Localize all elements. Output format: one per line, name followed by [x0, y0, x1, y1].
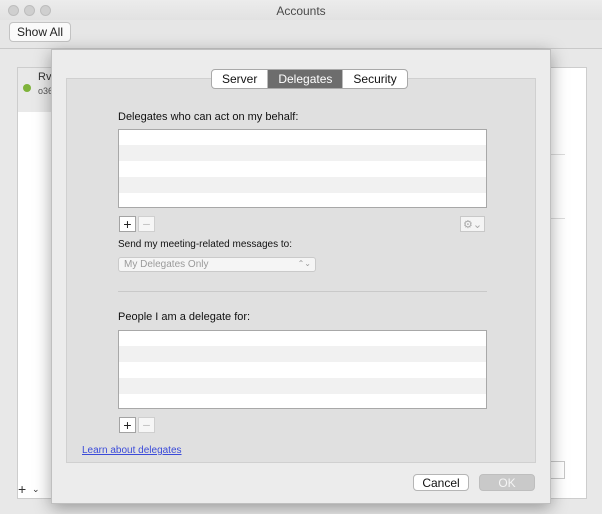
delegates-sheet: Server Delegates Security Delegates who …: [51, 49, 551, 504]
show-all-button[interactable]: Show All: [9, 22, 71, 42]
table-row: [119, 346, 486, 362]
add-delegate-for-button[interactable]: +: [119, 417, 136, 433]
title-bar: Accounts: [0, 0, 602, 20]
ok-button[interactable]: OK: [479, 474, 535, 491]
account-status-icon: [23, 84, 31, 92]
tab-server[interactable]: Server: [212, 70, 269, 88]
learn-about-delegates-link[interactable]: Learn about delegates: [82, 445, 182, 456]
delegate-for-table[interactable]: [118, 330, 487, 409]
delegates-heading: Delegates who can act on my behalf:: [118, 111, 299, 123]
background-text-field[interactable]: [550, 461, 565, 479]
toolbar: Show All: [0, 20, 602, 49]
tab-security[interactable]: Security: [343, 70, 406, 88]
remove-delegate-for-button[interactable]: −: [138, 417, 155, 433]
add-delegate-button[interactable]: +: [119, 216, 136, 232]
tab-bar: Server Delegates Security: [211, 69, 408, 89]
send-messages-select[interactable]: My Delegates Only ⌃⌄: [118, 257, 316, 272]
table-row: [119, 177, 486, 193]
cancel-button[interactable]: Cancel: [413, 474, 469, 491]
section-separator: [118, 291, 487, 292]
table-row: [119, 378, 486, 394]
delegate-for-heading: People I am a delegate for:: [118, 311, 251, 323]
select-arrows-icon: ⌃⌄: [297, 259, 311, 268]
tab-delegates[interactable]: Delegates: [268, 70, 344, 88]
table-row: [119, 145, 486, 161]
window-title: Accounts: [276, 4, 326, 18]
account-name: Rv: [38, 71, 52, 83]
send-messages-label: Send my meeting-related messages to:: [118, 239, 292, 250]
divider: [550, 154, 565, 155]
remove-delegate-button[interactable]: −: [138, 216, 155, 232]
divider: [550, 218, 565, 219]
tab-content-panel: Delegates who can act on my behalf: + − …: [66, 78, 536, 463]
accounts-list[interactable]: [18, 68, 52, 478]
send-messages-value: My Delegates Only: [124, 259, 209, 270]
gear-icon[interactable]: ⚙⌄: [460, 216, 485, 232]
add-account-menu-caret-icon[interactable]: ⌄: [32, 484, 40, 495]
delegates-table[interactable]: [118, 129, 487, 208]
